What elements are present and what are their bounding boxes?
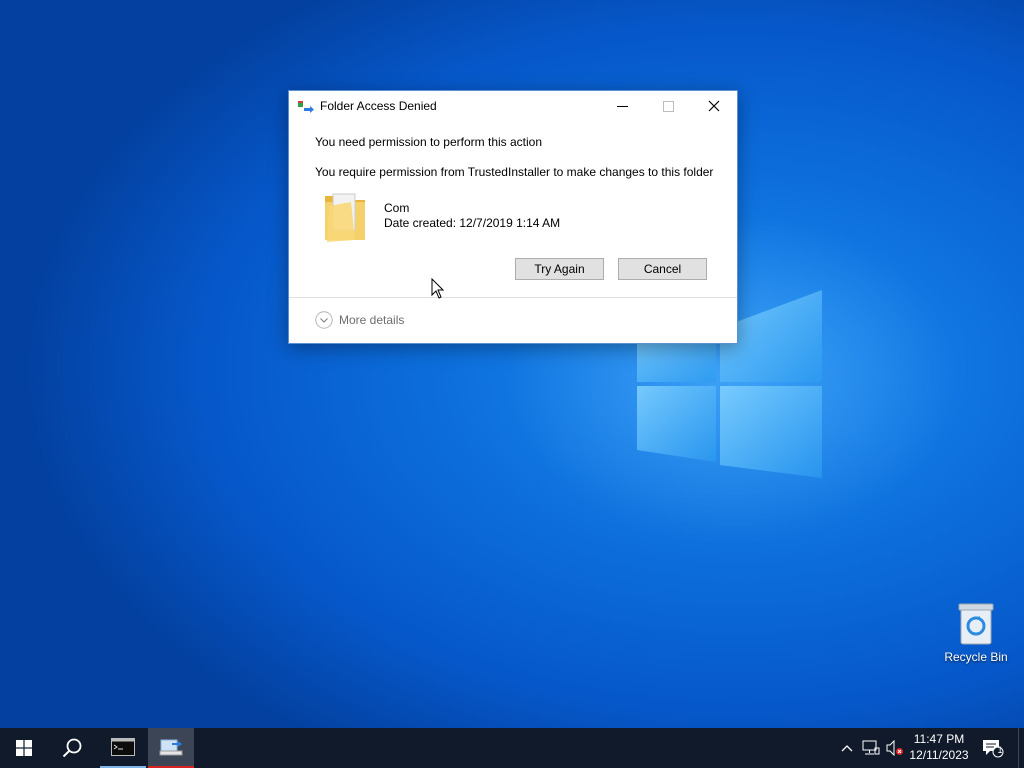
chevron-down-icon [315,311,333,329]
try-again-button[interactable]: Try Again [515,258,604,280]
search-icon [62,738,82,758]
minimize-button[interactable] [599,91,645,121]
folder-icon [325,193,365,242]
close-button[interactable] [691,91,737,121]
maximize-button[interactable] [645,91,691,121]
start-button[interactable] [0,728,48,768]
close-icon [708,100,720,112]
cancel-button[interactable]: Cancel [618,258,707,280]
taskbar-app-active[interactable] [148,728,194,768]
more-details-toggle[interactable]: More details [315,311,404,329]
recycle-bin-label: Recycle Bin [944,650,1008,664]
volume-tray-button[interactable] [884,728,906,768]
cmd-icon [111,738,135,756]
action-center-button[interactable]: 1 [978,728,1008,768]
network-tray-button[interactable] [860,728,882,768]
folder-name: Com [384,201,410,215]
volume-muted-icon [886,740,903,756]
recycle-bin-shortcut[interactable]: Recycle Bin [940,600,1012,664]
secondary-message: You require permission from TrustedInsta… [315,165,714,179]
show-desktop-button[interactable] [1018,728,1024,768]
system-clock[interactable]: 11:47 PM 12/11/2023 [906,731,972,763]
show-hidden-icons-button[interactable] [838,728,856,768]
recycle-bin-icon [958,603,994,645]
network-icon [862,740,880,755]
app-icon [159,739,183,756]
clock-date: 12/11/2023 [909,748,969,762]
minimize-icon [616,105,628,107]
maximize-icon [662,100,674,112]
windows-start-icon [16,740,32,756]
more-details-label: More details [339,313,405,327]
mouse-cursor-icon [431,278,445,299]
search-button[interactable] [48,728,96,768]
dialog-title: Folder Access Denied [320,99,437,113]
taskbar: 11:47 PM 12/11/2023 1 [0,728,1024,768]
chevron-up-icon [841,745,853,752]
dialog-titlebar[interactable]: Folder Access Denied [289,91,737,121]
dialog-divider [289,297,737,298]
clock-time: 11:47 PM [913,732,965,746]
notification-count: 1 [997,745,1003,755]
primary-message: You need permission to perform this acti… [315,135,543,149]
folder-date-created: Date created: 12/7/2019 1:14 AM [384,216,561,230]
folder-access-denied-dialog: Folder Access Denied You need permission… [288,90,738,344]
folder-access-icon [298,101,314,113]
taskbar-app-command-prompt[interactable] [100,728,146,768]
